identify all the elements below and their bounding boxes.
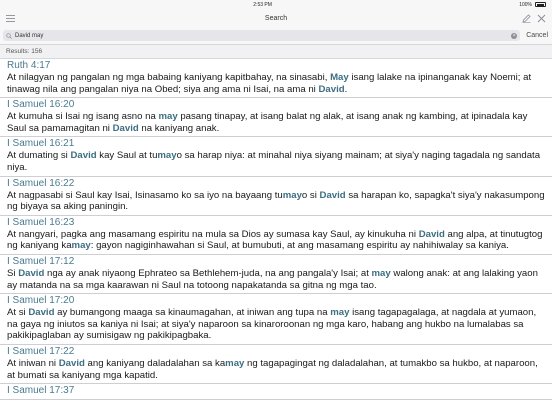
verse-fragment: At nilagyan ng pangalan ng mga babaing k… <box>7 72 331 83</box>
highlighted-match: David <box>58 357 85 369</box>
verse-text: At nangyari, pagka ang masamang espiritu… <box>7 229 545 252</box>
highlighted-match: may <box>225 357 245 369</box>
search-icon <box>6 32 12 39</box>
verse-fragment: At iniwan ni <box>7 357 59 369</box>
verse-fragment: . <box>344 83 348 95</box>
search-input[interactable]: David may × <box>3 30 521 41</box>
list-item[interactable]: I Samuel 17:12 Si David nga ay anak niyao… <box>0 255 552 295</box>
verse-fragment: ang kaniyang daladalahan sa ka <box>84 357 226 369</box>
verse-fragment: o si <box>301 189 320 201</box>
verse-text: At si David ay bumangong maaga sa kinaum… <box>7 307 545 342</box>
verse-reference: I Samuel 17:20 <box>7 295 75 307</box>
list-item[interactable]: I Samuel 16:23 At nangyari, pagka ang mas… <box>0 216 552 255</box>
highlighted-match: David <box>28 307 55 319</box>
nav-right <box>506 13 546 23</box>
verse-fragment: At si <box>7 307 29 319</box>
list-item[interactable]: I Samuel 16:21 At dumating si David kay S… <box>0 137 552 177</box>
cancel-button[interactable]: Cancel <box>526 32 548 39</box>
battery-percent: 100% <box>519 1 532 8</box>
highlighted-match: may <box>157 150 177 162</box>
close-icon[interactable] <box>537 14 546 23</box>
verse-fragment: nga ay anak niyaong Ephrateo sa Bethlehe… <box>44 267 372 279</box>
verse-text: At dumating si David kay Saul at tumayo … <box>7 150 545 173</box>
verse-text: At iniwan ni David ang kaniyang daladala… <box>7 358 545 381</box>
verse-reference: I Samuel 16:21 <box>7 138 75 150</box>
clear-search-icon[interactable]: × <box>511 32 518 39</box>
highlighted-match: David <box>318 83 345 95</box>
status-bar: 2:53 PM 100% <box>0 0 552 9</box>
results-count: Results: 156 <box>0 45 552 59</box>
verse-fragment: At kumuha si Isai ng isang asno na <box>7 111 159 123</box>
highlighted-match: David <box>18 267 45 279</box>
results-list[interactable]: Ruth 4:17 At nilagyan ng pangalan ng mga … <box>0 59 552 414</box>
highlighted-match: may <box>71 240 91 252</box>
highlighted-match: may <box>330 307 350 319</box>
highlighted-match: May <box>330 72 349 83</box>
highlighted-match: David <box>112 122 139 134</box>
search-query[interactable]: David may <box>15 33 508 39</box>
highlighted-match: David <box>319 189 346 201</box>
highlighted-match: may <box>158 111 178 123</box>
list-item[interactable]: I Samuel 17:37 <box>0 384 552 401</box>
verse-fragment: kay Saul at tu <box>96 150 158 162</box>
list-item[interactable]: Ruth 4:17 At nilagyan ng pangalan ng mga … <box>0 59 552 99</box>
list-item[interactable]: I Samuel 17:22 At iniwan ni David ang kan… <box>0 345 552 385</box>
highlighted-match: may <box>371 267 391 279</box>
verse-fragment: Si <box>7 267 19 279</box>
verse-text: At nilagyan ng pangalan ng mga babaing k… <box>7 72 545 95</box>
edit-icon[interactable] <box>522 13 531 23</box>
verse-reference: I Samuel 16:22 <box>7 177 75 189</box>
nav-left <box>6 14 46 22</box>
verse-fragment: : gayon nagiginhawahan si Saul, at bumub… <box>90 240 509 252</box>
list-item[interactable]: I Samuel 16:22 At nagpasabi si Saul kay I… <box>0 177 552 216</box>
battery-icon <box>534 2 546 7</box>
verse-reference: I Samuel 16:20 <box>7 99 75 111</box>
verse-text: At nagpasabi si Saul kay Isai, Isinasamo… <box>7 190 545 213</box>
list-item[interactable]: I Samuel 17:20 At si David ay bumangong m… <box>0 294 552 345</box>
verse-fragment: At nagpasabi si Saul kay Isai, Isinasamo… <box>7 189 283 201</box>
verse-fragment: At dumating si <box>7 150 71 162</box>
status-time: 2:53 PM <box>253 1 272 8</box>
verse-fragment: At nangyari, pagka ang masamang espiritu… <box>7 228 419 240</box>
verse-reference: Ruth 4:17 <box>7 60 51 71</box>
verse-reference: I Samuel 17:12 <box>7 255 75 267</box>
verse-reference: I Samuel 16:23 <box>7 216 75 228</box>
highlighted-match: David <box>70 150 97 162</box>
highlighted-match: David <box>418 228 445 240</box>
navigation-bar: Search <box>0 9 552 27</box>
highlighted-match: may <box>282 189 302 201</box>
status-right: 100% <box>519 2 546 8</box>
verse-reference: I Samuel 17:37 <box>7 385 75 397</box>
verse-text: At kumuha si Isai ng isang asno na may p… <box>7 111 545 134</box>
menu-icon[interactable] <box>6 14 15 22</box>
verse-fragment: ay bumangong maaga sa kinaumagahan, at i… <box>54 307 331 319</box>
search-row: David may × Cancel <box>0 27 552 45</box>
verse-text: Si David nga ay anak niyaong Ephrateo sa… <box>7 268 545 291</box>
verse-fragment: na kaniyang anak. <box>138 122 220 134</box>
verse-reference: I Samuel 17:22 <box>7 345 75 357</box>
page-title: Search <box>264 14 288 22</box>
list-item[interactable]: I Samuel 16:20 At kumuha si Isai ng isang… <box>0 98 552 138</box>
